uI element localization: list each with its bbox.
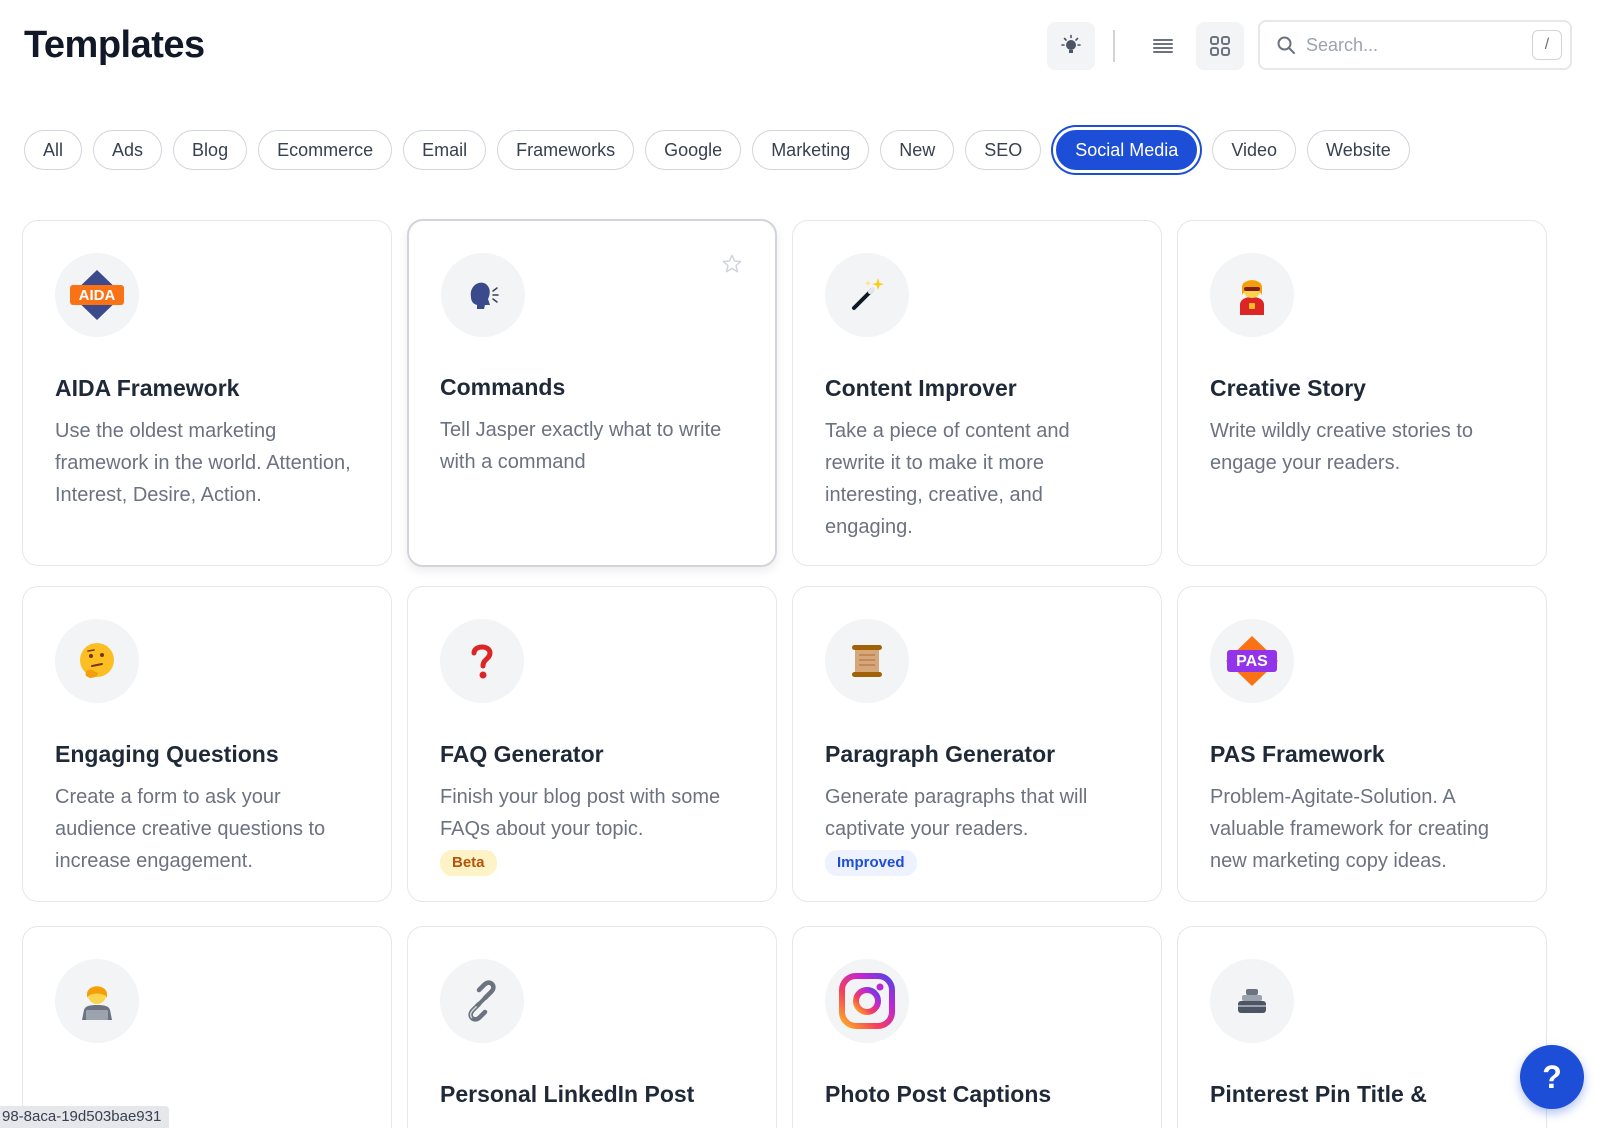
list-view-button[interactable] (1139, 22, 1187, 70)
lightbulb-icon (1061, 34, 1081, 53)
filter-all[interactable]: All (24, 130, 83, 170)
filter-frameworks[interactable]: Frameworks (497, 130, 635, 170)
card-title: Photo Post Captions (825, 1081, 1052, 1107)
aida-logo-text: AIDA (79, 287, 116, 304)
search-box: / (1258, 20, 1572, 70)
theme-toggle-button[interactable] (1047, 22, 1095, 70)
template-card-pas-framework[interactable]: PAS PAS Framework Problem-Agitate-Soluti… (1177, 586, 1547, 902)
superhero-icon (1210, 253, 1294, 337)
filter-seo[interactable]: SEO (965, 130, 1042, 170)
template-card-row3-1[interactable] (22, 926, 392, 1128)
help-button[interactable]: ? (1520, 1045, 1584, 1109)
template-card-personal-linkedin-post[interactable]: Personal LinkedIn Post (407, 926, 777, 1128)
card-description-text: Generate paragraphs that will captivate … (825, 786, 1088, 840)
aida-logo-icon: AIDA (55, 253, 139, 337)
card-description: Generate paragraphs that will captivate … (825, 781, 1135, 877)
scroll-icon (825, 619, 909, 703)
card-description: Create a form to ask your audience creat… (55, 786, 326, 872)
template-card-content-improver[interactable]: Content Improver Take a piece of content… (792, 220, 1162, 566)
filter-website[interactable]: Website (1307, 130, 1410, 170)
card-description: Write wildly creative stories to engage … (1210, 420, 1474, 474)
list-icon (1153, 39, 1173, 53)
templates-page: Templates Search... / All Ads Blog Ecomm… (0, 0, 1600, 1128)
page-title: Templates (24, 24, 205, 66)
thinking-face-icon (55, 619, 139, 703)
card-title: Commands (440, 374, 566, 400)
beta-badge: Beta (440, 850, 497, 876)
card-title: Content Improver (825, 375, 1017, 401)
question-mark-icon (440, 619, 524, 703)
card-title: Engaging Questions (55, 741, 279, 767)
technologist-icon (55, 959, 139, 1043)
card-title: AIDA Framework (55, 375, 240, 401)
filter-video[interactable]: Video (1212, 130, 1297, 170)
filter-social-media[interactable]: Social Media (1056, 130, 1198, 170)
card-title: PAS Framework (1210, 741, 1385, 767)
filter-ecommerce[interactable]: Ecommerce (258, 130, 393, 170)
instagram-icon (825, 959, 909, 1043)
search-shortcut-hint: / (1532, 30, 1562, 60)
template-card-pinterest-pin[interactable]: Pinterest Pin Title & (1177, 926, 1547, 1128)
grid-view-button[interactable] (1196, 22, 1244, 70)
filter-email[interactable]: Email (403, 130, 487, 170)
card-description: Finish your blog post with some FAQs abo… (440, 781, 750, 877)
card-title: Personal LinkedIn Post (440, 1081, 695, 1107)
improved-badge: Improved (825, 850, 917, 876)
template-card-aida[interactable]: AIDA AIDA Framework Use the oldest marke… (22, 220, 392, 566)
template-card-creative-story[interactable]: Creative Story Write wildly creative sto… (1177, 220, 1547, 566)
card-title: Paragraph Generator (825, 741, 1056, 767)
template-card-commands[interactable]: Commands Tell Jasper exactly what to wri… (407, 219, 777, 567)
card-title: Pinterest Pin Title & (1210, 1081, 1427, 1107)
card-description: Problem-Agitate-Solution. A valuable fra… (1210, 786, 1490, 872)
speaking-head-icon (441, 253, 525, 337)
card-title: FAQ Generator (440, 741, 604, 767)
search-icon (1277, 36, 1295, 54)
template-card-faq-generator[interactable]: FAQ Generator Finish your blog post with… (407, 586, 777, 902)
card-description: Take a piece of content and rewrite it t… (825, 420, 1070, 538)
filter-ads[interactable]: Ads (93, 130, 163, 170)
pas-logo-text: PAS (1236, 653, 1268, 670)
card-description: Use the oldest marketing framework in th… (55, 420, 351, 506)
template-card-paragraph-generator[interactable]: Paragraph Generator Generate paragraphs … (792, 586, 1162, 902)
filter-blog[interactable]: Blog (173, 130, 248, 170)
magic-wand-icon (825, 253, 909, 337)
pin-icon (1210, 959, 1294, 1043)
template-card-photo-post-captions[interactable]: Photo Post Captions (792, 926, 1162, 1128)
id-tag: 98-8aca-19d503bae931 (0, 1106, 170, 1128)
card-description-text: Finish your blog post with some FAQs abo… (440, 786, 721, 840)
card-description: Tell Jasper exactly what to write with a… (440, 419, 722, 473)
filter-new[interactable]: New (880, 130, 955, 170)
link-icon (440, 959, 524, 1043)
filter-marketing[interactable]: Marketing (752, 130, 870, 170)
search-input[interactable] (1306, 34, 1526, 56)
card-title: Creative Story (1210, 375, 1366, 401)
template-card-engaging-questions[interactable]: Engaging Questions Create a form to ask … (22, 586, 392, 902)
toolbar-divider (1113, 30, 1115, 62)
pas-logo-icon: PAS (1210, 619, 1294, 703)
filter-google[interactable]: Google (645, 130, 742, 170)
star-icon[interactable] (721, 253, 743, 275)
grid-icon (1210, 36, 1230, 56)
category-filters: All Ads Blog Ecommerce Email Frameworks … (24, 130, 1410, 170)
